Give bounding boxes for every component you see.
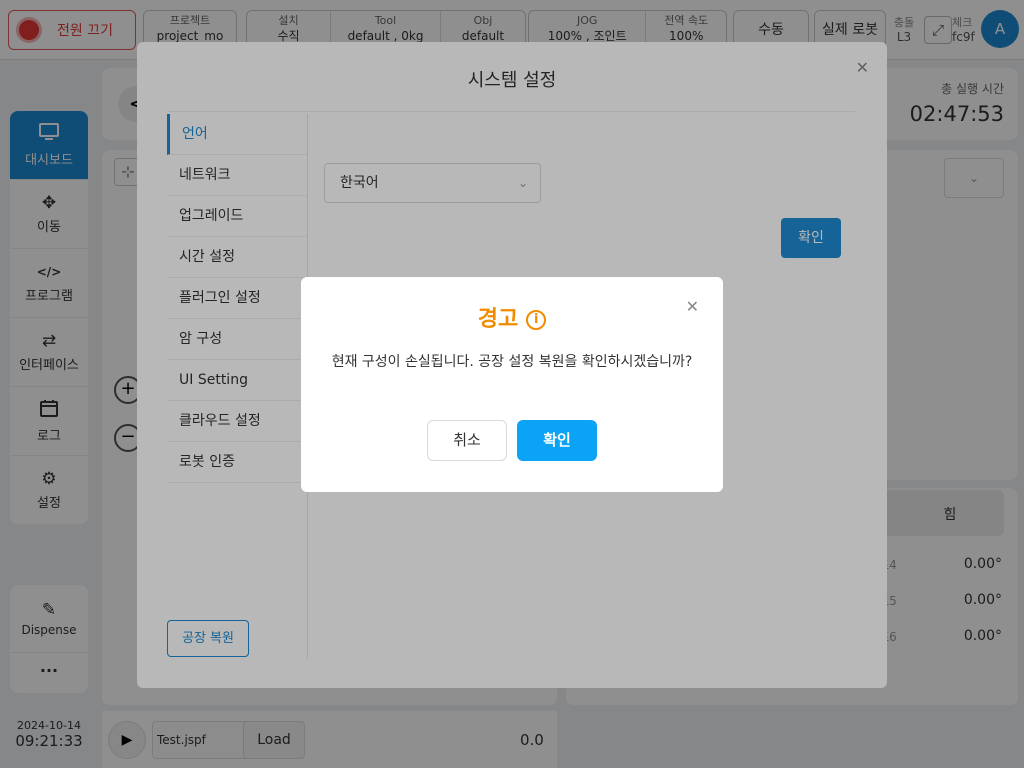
confirm-button[interactable]: 확인 [517,420,597,461]
warning-dialog: 경고 i ✕ 현재 구성이 손실됩니다. 공장 설정 복원을 확인하시겠습니까? … [301,277,723,492]
warning-message: 현재 구성이 손실됩니다. 공장 설정 복원을 확인하시겠습니까? [331,354,693,370]
cancel-button[interactable]: 취소 [427,420,507,461]
close-icon[interactable]: ✕ [686,297,699,316]
warning-title-row: 경고 i [301,301,723,333]
info-icon: i [526,310,547,330]
warning-title: 경고 [477,307,519,332]
app-root: 전원 끄기 프로젝트 project_mo 설치 수직 Tool default… [0,0,1024,768]
